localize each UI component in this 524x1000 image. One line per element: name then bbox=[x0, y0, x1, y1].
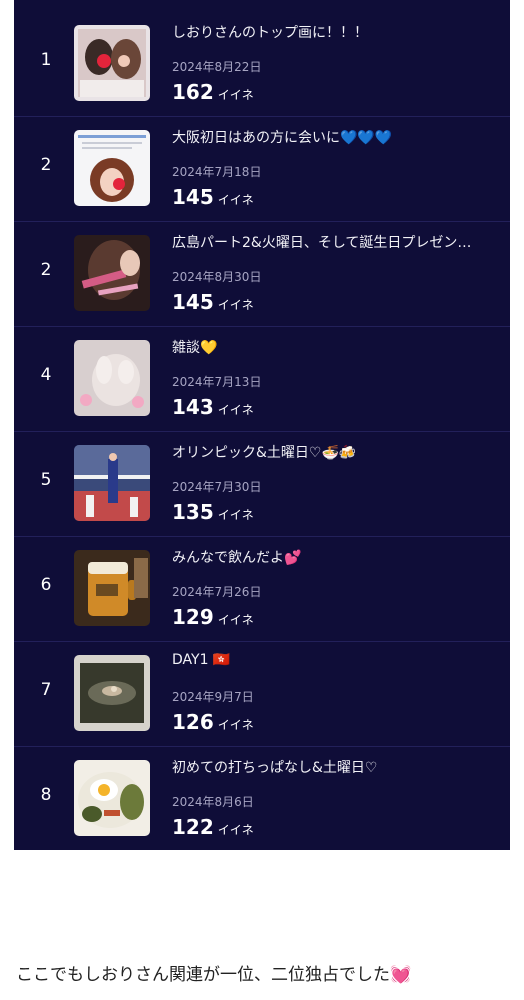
rank-number: 2 bbox=[40, 260, 52, 280]
like-unit: イイネ bbox=[217, 403, 254, 417]
like-count-value: 122 bbox=[172, 815, 214, 839]
like-count: 122 イイネ bbox=[172, 815, 254, 839]
post-thumbnail bbox=[74, 655, 150, 731]
rank-number: 6 bbox=[40, 575, 52, 595]
ranking-row[interactable]: 1 しおりさんのトップ画に！！！ 2024年8月22日 162 イイネ bbox=[14, 12, 510, 117]
rank-number: 1 bbox=[40, 50, 52, 70]
post-date: 2024年9月7日 bbox=[172, 690, 254, 704]
like-count-value: 143 bbox=[172, 395, 214, 419]
like-unit: イイネ bbox=[217, 508, 254, 522]
ranking-list: 1 しおりさんのトップ画に！！！ 2024年8月22日 162 イイネ 2 大阪… bbox=[14, 0, 510, 850]
like-count: 145 イイネ bbox=[172, 290, 254, 314]
post-thumbnail bbox=[74, 130, 150, 206]
post-title: 大阪初日はあの方に会いに💙💙💙 bbox=[172, 130, 393, 146]
like-count: 143 イイネ bbox=[172, 395, 254, 419]
post-date: 2024年7月30日 bbox=[172, 480, 262, 494]
like-count-value: 145 bbox=[172, 290, 214, 314]
ranking-row[interactable]: 8 初めての打ちっぱなし&土曜日♡ 2024年8月6日 122 イイネ bbox=[14, 747, 510, 851]
post-title: DAY1 🇭🇰 bbox=[172, 652, 231, 668]
like-unit: イイネ bbox=[217, 298, 254, 312]
like-unit: イイネ bbox=[217, 613, 254, 627]
post-date: 2024年8月22日 bbox=[172, 60, 262, 74]
like-unit: イイネ bbox=[217, 88, 254, 102]
like-count: 162 イイネ bbox=[172, 80, 254, 104]
post-thumbnail bbox=[74, 340, 150, 416]
post-thumbnail bbox=[74, 550, 150, 626]
ranking-row[interactable]: 2 大阪初日はあの方に会いに💙💙💙 2024年7月18日 145 イイネ bbox=[14, 117, 510, 222]
ranking-row[interactable]: 6 みんなで飲んだよ💕 2024年7月26日 129 イイネ bbox=[14, 537, 510, 642]
rank-number: 8 bbox=[40, 785, 52, 805]
like-count-value: 126 bbox=[172, 710, 214, 734]
ranking-row[interactable]: 5 オリンピック&土曜日♡🍜🍻 2024年7月30日 135 イイネ bbox=[14, 432, 510, 537]
post-thumbnail bbox=[74, 235, 150, 311]
caption: ここでもしおりさん関連が一位、二位独占でした💓 bbox=[16, 960, 411, 985]
like-unit: イイネ bbox=[217, 718, 254, 732]
caption-text: ここでもしおりさん関連が一位、二位独占でした bbox=[16, 965, 390, 985]
like-count: 126 イイネ bbox=[172, 710, 254, 734]
post-date: 2024年8月6日 bbox=[172, 795, 254, 809]
ranking-row[interactable]: 2 広島パート2&火曜日、そして誕生日プレゼン… 2024年8月30日 145 イ… bbox=[14, 222, 510, 327]
rank-number: 5 bbox=[40, 470, 52, 490]
post-date: 2024年8月30日 bbox=[172, 270, 262, 284]
like-count-value: 135 bbox=[172, 500, 214, 524]
like-count-value: 162 bbox=[172, 80, 214, 104]
post-thumbnail bbox=[74, 445, 150, 521]
post-title: みんなで飲んだよ💕 bbox=[172, 550, 302, 566]
post-title: しおりさんのトップ画に！！！ bbox=[172, 25, 368, 41]
post-title: 初めての打ちっぱなし&土曜日♡ bbox=[172, 760, 378, 776]
like-count-value: 145 bbox=[172, 185, 214, 209]
like-unit: イイネ bbox=[217, 193, 254, 207]
like-count: 135 イイネ bbox=[172, 500, 254, 524]
rank-number: 4 bbox=[40, 365, 52, 385]
post-date: 2024年7月13日 bbox=[172, 375, 262, 389]
post-title: オリンピック&土曜日♡🍜🍻 bbox=[172, 445, 357, 461]
post-title: 広島パート2&火曜日、そして誕生日プレゼン… bbox=[172, 235, 472, 251]
like-count: 145 イイネ bbox=[172, 185, 254, 209]
rank-number: 2 bbox=[40, 155, 52, 175]
ranking-row[interactable]: 7 DAY1 🇭🇰 2024年9月7日 126 イイネ bbox=[14, 642, 510, 747]
post-thumbnail bbox=[74, 25, 150, 101]
ranking-row[interactable]: 4 雑談💛 2024年7月13日 143 イイネ bbox=[14, 327, 510, 432]
like-unit: イイネ bbox=[217, 823, 254, 837]
post-thumbnail bbox=[74, 760, 150, 836]
like-count: 129 イイネ bbox=[172, 605, 254, 629]
post-title: 雑談💛 bbox=[172, 340, 218, 356]
rank-number: 7 bbox=[40, 680, 52, 700]
post-date: 2024年7月26日 bbox=[172, 585, 262, 599]
heart-icon: 💓 bbox=[390, 965, 412, 985]
like-count-value: 129 bbox=[172, 605, 214, 629]
post-date: 2024年7月18日 bbox=[172, 165, 262, 179]
